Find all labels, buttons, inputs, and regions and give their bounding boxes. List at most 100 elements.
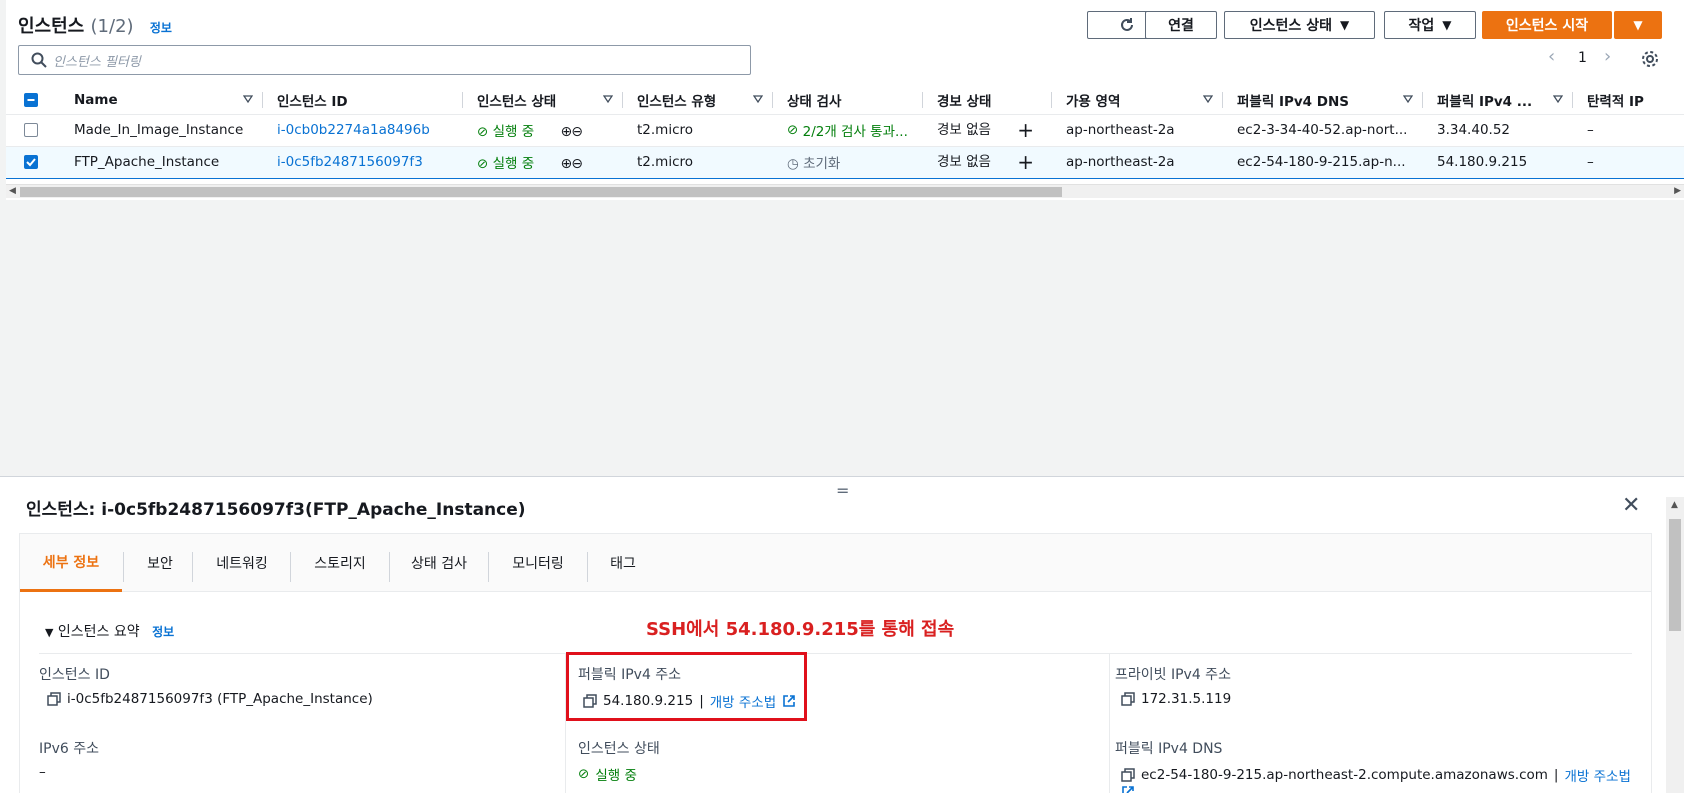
copy-icon[interactable] [1121,768,1135,782]
launch-instance-button[interactable]: 인스턴스 시작 [1482,11,1612,39]
cell-alarm-status: 경보 없음 + [923,145,1052,179]
cell-instance-id-link[interactable]: i-0c5fb2487156097f3 [263,145,463,179]
scrollbar-thumb[interactable] [20,187,1062,197]
column-header-instance-state[interactable]: 인스턴스 상태 [463,86,623,115]
vertical-scrollbar[interactable]: ▲ [1666,497,1684,793]
column-divider [1109,654,1110,793]
actions-button[interactable]: 작업 ▼ [1384,11,1476,39]
column-label: 경보 상태 [937,93,992,110]
add-alarm-icon[interactable]: + [1017,150,1034,174]
instance-summary-header[interactable]: ▼ 인스턴스 요약 정보 [45,621,174,641]
tab-monitoring[interactable]: 모니터링 [489,534,587,592]
next-page-icon[interactable]: › [1604,46,1611,67]
column-header-availability-zone[interactable]: 가용 영역 [1052,86,1223,115]
info-link[interactable]: 정보 [152,625,174,639]
launch-dropdown-button[interactable]: ▼ [1614,11,1662,39]
copy-icon[interactable] [1121,692,1135,706]
public-ip-value: 54.180.9.215 | 개방 주소법 [583,691,796,711]
column-header-alarm-status[interactable]: 경보 상태 [923,86,1052,115]
status-ok-icon: ⊘ [477,124,489,140]
external-link-icon[interactable] [782,694,796,708]
open-address-link[interactable]: 개방 주소법 [1564,765,1630,785]
row-select-cell [6,114,50,147]
cell-status-check: ◷ 초기화 [773,145,923,179]
select-all-checkbox[interactable] [24,92,38,107]
prev-page-icon[interactable]: ‹ [1548,46,1555,67]
caret-down-icon: ▼ [45,626,54,639]
copy-icon[interactable] [583,694,597,708]
ipv6-value: – [39,764,46,780]
tab-status-checks[interactable]: 상태 검사 [390,534,488,592]
column-header-public-dns[interactable]: 퍼블릭 IPv4 DNS [1223,86,1423,115]
external-link-icon[interactable] [1121,785,1135,793]
sort-icon [753,95,763,104]
page-title: 인스턴스 (1/2) 정보 [18,12,172,38]
tab-networking[interactable]: 네트워킹 [193,534,291,592]
page-number[interactable]: 1 [1578,50,1587,66]
cell-instance-id-link[interactable]: i-0cb0b2274a1a8496b [263,114,463,147]
open-address-link[interactable]: 개방 주소법 [710,691,776,711]
cell-name: Made_In_Image_Instance [50,114,263,147]
tab-label: 모니터링 [512,556,564,572]
add-alarm-icon[interactable]: + [1017,118,1034,142]
public-dns-value: ec2-54-180-9-215.ap-northeast-2.compute.… [1121,765,1631,785]
column-header-name[interactable]: Name [50,86,263,115]
column-header-public-ip[interactable]: 퍼블릭 IPv4 ... [1423,86,1573,115]
private-ip-value: 172.31.5.119 [1121,691,1231,707]
horizontal-scrollbar[interactable]: ◀ ▶ [6,184,1684,198]
close-icon[interactable]: ✕ [1622,493,1640,518]
cell-public-ip: 54.180.9.215 [1423,145,1573,179]
check-text: 2/2개 검사 통과... [802,124,908,140]
column-header-instance-id[interactable]: 인스턴스 ID [263,86,463,115]
row-select-cell [6,145,50,179]
row-checkbox[interactable] [24,155,38,169]
select-all-header [6,86,50,115]
gear-icon[interactable] [1640,49,1660,69]
title-text: 인스턴스 [18,16,85,37]
cell-public-dns: ec2-3-34-40-52.ap-nort... [1223,114,1423,147]
public-dns-label: 퍼블릭 IPv4 DNS [1115,741,1223,757]
scroll-left-icon[interactable]: ◀ [9,186,16,196]
public-ip-text: 54.180.9.215 [603,693,694,709]
scroll-up-icon[interactable]: ▲ [1671,500,1678,510]
tab-storage[interactable]: 스토리지 [291,534,389,592]
column-label: 퍼블릭 IPv4 DNS [1237,93,1349,110]
zoom-icons[interactable]: ⊕⊖ [560,156,582,172]
row-checkbox[interactable] [24,123,38,137]
caret-down-icon: ▼ [1442,18,1452,32]
instance-filter-input[interactable]: 인스턴스 필터링 [18,45,751,75]
refresh-icon [1121,18,1133,31]
table-header-row: Name 인스턴스 ID 인스턴스 상태 인스턴스 유형 상태 검사 경보 상태… [6,86,1684,115]
scrollbar-thumb[interactable] [1669,519,1681,631]
alarm-text: 경보 없음 [937,122,991,138]
column-label: 퍼블릭 IPv4 ... [1437,93,1533,110]
column-header-instance-type[interactable]: 인스턴스 유형 [623,86,773,115]
zoom-icons[interactable]: ⊕⊖ [560,124,582,140]
instance-id-value: i-0c5fb2487156097f3 (FTP_Apache_Instance… [47,691,373,707]
column-header-elastic-ip[interactable]: 탄력적 IP [1573,86,1684,115]
scroll-right-icon[interactable]: ▶ [1674,186,1681,196]
resize-handle-icon[interactable]: = [836,481,849,500]
detail-tabs-container: 세부 정보 보안 네트워킹 스토리지 상태 검사 모니터링 태그 ▼ 인스턴스 … [19,533,1652,793]
instance-state-button[interactable]: 인스턴스 상태 ▼ [1224,11,1375,39]
alarm-text: 경보 없음 [937,154,991,170]
table-row[interactable]: Made_In_Image_Instance i-0cb0b2274a1a849… [6,114,1684,147]
instance-detail-panel: = 인스턴스: i-0c5fb2487156097f3(FTP_Apache_I… [0,476,1684,793]
column-header-status-check[interactable]: 상태 검사 [773,86,923,115]
cell-instance-state: ⊘ 실행 중 ⊕⊖ [463,145,623,179]
copy-icon[interactable] [47,692,61,706]
check-text: 초기화 [803,156,841,172]
actions-label: 작업 [1408,18,1435,34]
tab-tags[interactable]: 태그 [588,534,658,592]
tab-security[interactable]: 보안 [124,534,196,592]
connect-button[interactable]: 연결 [1145,11,1217,39]
table-row[interactable]: FTP_Apache_Instance i-0c5fb2487156097f3 … [6,145,1684,179]
column-label: 상태 검사 [787,93,842,110]
tab-details[interactable]: 세부 정보 [20,534,122,592]
info-link[interactable]: 정보 [150,21,172,35]
cell-elastic-ip: – [1573,114,1684,147]
summary-label: 인스턴스 요약 [57,624,140,640]
tab-label: 보안 [147,556,173,572]
column-label: 인스턴스 ID [277,93,348,110]
cell-availability-zone: ap-northeast-2a [1052,145,1223,179]
